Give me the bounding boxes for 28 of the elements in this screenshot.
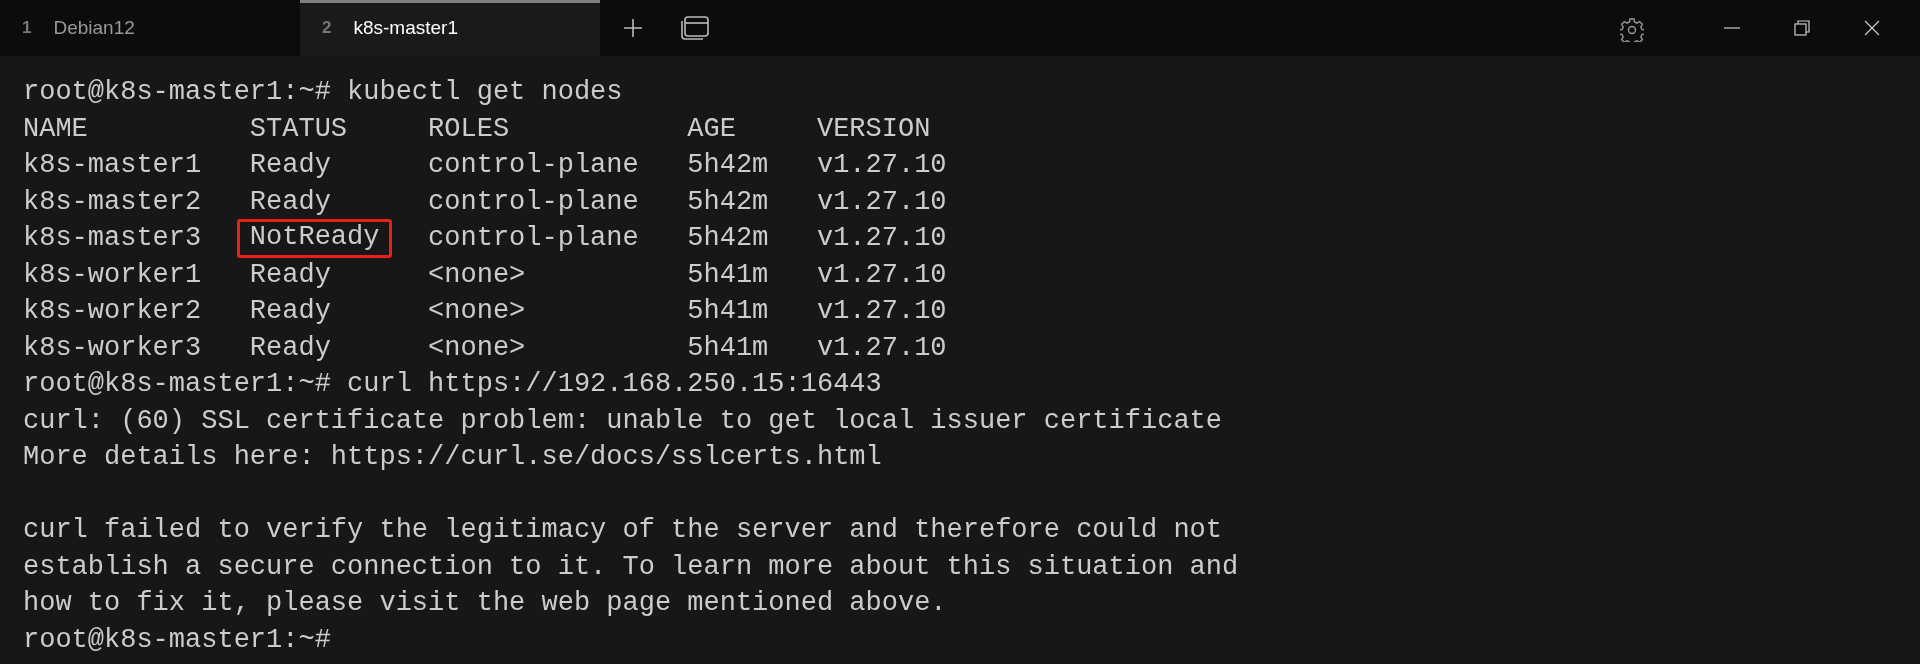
terminal-line: root@k8s-master1:~# kubectl get nodes	[23, 76, 623, 109]
terminal-line: k8s-master1 Ready control-plane 5h42m v1.27.10	[23, 149, 947, 182]
close-icon[interactable]	[1864, 20, 1880, 36]
terminal-line: control-plane 5h42m v1.27.10	[427, 222, 947, 255]
terminal-line: k8s-worker3 Ready <none> 5h41m v1.27.10	[23, 331, 947, 365]
terminal-line: More details here: https://curl.se/docs/sslcerts.html	[23, 441, 882, 474]
tab-number: 1	[22, 17, 32, 40]
terminal-line: NAME STATUS ROLES AGE VERSION	[23, 112, 931, 146]
tab[interactable]: 2 k8s-master1	[300, 0, 600, 56]
terminal-line: curl: (60) SSL certificate problem: unable to get local issuer certificate	[23, 404, 1222, 438]
terminal-line: curl failed to verify the legitimacy of the server and therefore could not	[23, 514, 1222, 547]
terminal-line: root@k8s-master1:~#	[23, 623, 331, 657]
terminal-line: k8s-worker2 Ready <none> 5h41m v1.27.10	[23, 295, 947, 328]
terminal-line: k8s-worker1 Ready <none> 5h41m v1.27.10	[23, 258, 947, 292]
minimize-icon[interactable]	[1724, 26, 1740, 30]
new-tab-icon[interactable]	[622, 17, 644, 39]
restore-icon[interactable]	[1794, 20, 1810, 36]
tab-number: 2	[322, 17, 332, 40]
terminal-line: establish a secure connection to it. To learn more about this situation and	[23, 550, 1239, 584]
settings-icon[interactable]	[1620, 18, 1644, 42]
windows-icon[interactable]	[680, 15, 710, 41]
terminal-line: k8s-master3	[23, 222, 203, 255]
terminal-line: how to fix it, please visit the web page mentioned above.	[23, 587, 947, 620]
terminal-line: root@k8s-master1:~# curl https://192.168.250.15:16443	[23, 368, 882, 401]
terminal-line: k8s-master2 Ready control-plane 5h42m v1.27.10	[23, 185, 947, 219]
highlighted-status: NotReady	[236, 219, 393, 258]
tab-title: Debian12	[53, 15, 135, 40]
tab-title: k8s-master1	[353, 15, 458, 40]
